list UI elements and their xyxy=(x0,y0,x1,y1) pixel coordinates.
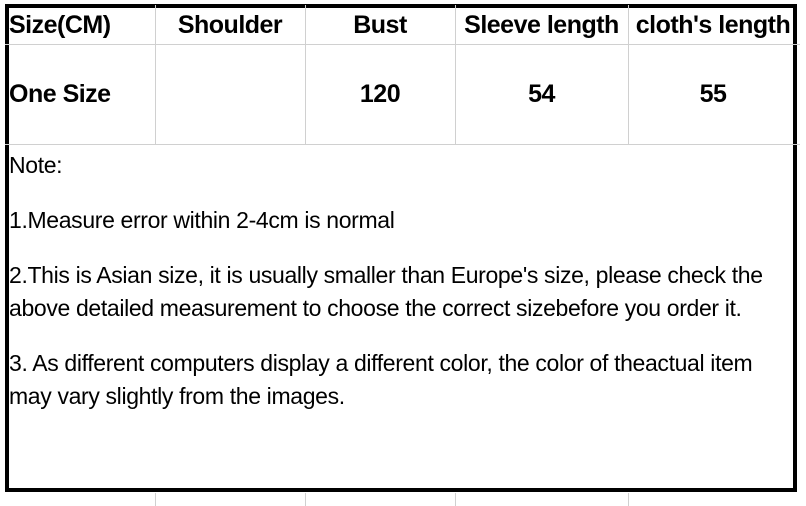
note-item-1: 1.Measure error within 2-4cm is normal xyxy=(9,207,395,233)
grid-line-below-column-4 xyxy=(628,493,629,506)
table-header-cloth-length: cloth's length xyxy=(635,10,791,39)
notes-spacer-2 xyxy=(9,237,793,259)
table-header-bust: Bust xyxy=(353,10,407,39)
notes-section: Note: 1.Measure error within 2-4cm is no… xyxy=(9,149,793,413)
table-cell-bust: 120 xyxy=(359,80,401,109)
table-header-sleeve-length: Sleeve length xyxy=(464,10,619,39)
size-chart-sheet: Size(CM) Shoulder Bust Sleeve length clo… xyxy=(0,0,806,506)
grid-line-below-column-1 xyxy=(155,493,156,506)
grid-line-below-column-3 xyxy=(455,493,456,506)
table-cell-shoulder xyxy=(155,45,305,144)
table-header-size: Size(CM) xyxy=(9,10,111,39)
notes-spacer-3 xyxy=(9,325,793,347)
table-cell-size: One Size xyxy=(9,80,111,109)
notes-title: Note: xyxy=(9,152,63,178)
table-cell-sleeve-length: 54 xyxy=(528,80,555,109)
note-item-3: 3. As different computers display a diff… xyxy=(9,350,753,409)
table-cell-cloth-length: 55 xyxy=(699,80,727,109)
grid-line-row-bottom xyxy=(5,144,800,145)
grid-line-below-column-2 xyxy=(305,493,306,506)
table-header-shoulder: Shoulder xyxy=(177,10,283,39)
notes-spacer-1 xyxy=(9,182,793,204)
note-item-2: 2.This is Asian size, it is usually smal… xyxy=(9,262,763,321)
